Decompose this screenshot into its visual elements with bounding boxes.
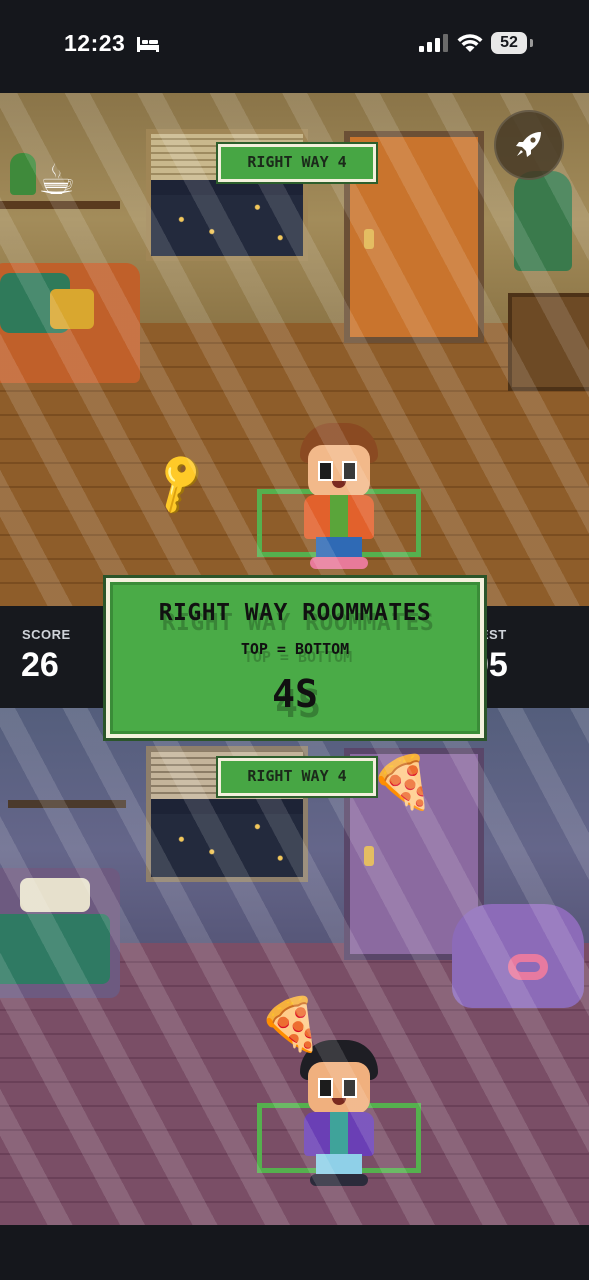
bottom-bar: [0, 1225, 589, 1280]
bottom-left-shelf: [8, 800, 126, 808]
top-room-sign: RIGHT WAY 4: [218, 144, 376, 182]
hanging-jacket: [514, 171, 572, 271]
rocket-button[interactable]: [494, 110, 564, 180]
score-label: SCORE: [22, 627, 71, 642]
pizza-slice-icon[interactable]: 🍕: [370, 752, 435, 813]
banner-subtitle: TOP = BOTTOM: [240, 640, 350, 658]
banner-title: RIGHT WAY ROOMMATES: [158, 600, 432, 626]
countdown-timer: 4S: [272, 672, 318, 716]
status-time: 12:23: [64, 30, 126, 56]
cell-signal-icon: [419, 34, 448, 52]
rocket-icon: [516, 132, 541, 157]
potted-plant: [10, 153, 36, 195]
wifi-icon: [457, 34, 483, 52]
score-value: 26: [21, 646, 59, 684]
bottom-player-character[interactable]: [294, 1040, 384, 1190]
right-shelf-unit: [508, 293, 589, 391]
battery-level: 52: [500, 34, 518, 51]
bed: [0, 868, 120, 998]
pizza-slice-icon[interactable]: 🍕: [258, 994, 323, 1055]
top-room: ☕ 🔑 RIGHT WAY 4: [0, 93, 589, 606]
top-player-character[interactable]: [294, 423, 384, 573]
purple-armchair: [452, 904, 584, 1008]
status-bar: 12:23 52: [0, 0, 589, 93]
battery-icon: 52: [491, 32, 527, 54]
sofa: [0, 263, 140, 383]
round-banner: RIGHT WAY ROOMMATES TOP = BOTTOM 4S: [106, 578, 484, 738]
bottom-room: 🍕 🍕 RIGHT WAY 4: [0, 708, 589, 1225]
bottom-room-sign: RIGHT WAY 4: [218, 758, 376, 796]
smiley-mug-icon: ☕: [38, 155, 76, 204]
sleep-mode-icon: [137, 37, 159, 52]
battery-nub: [530, 39, 533, 47]
